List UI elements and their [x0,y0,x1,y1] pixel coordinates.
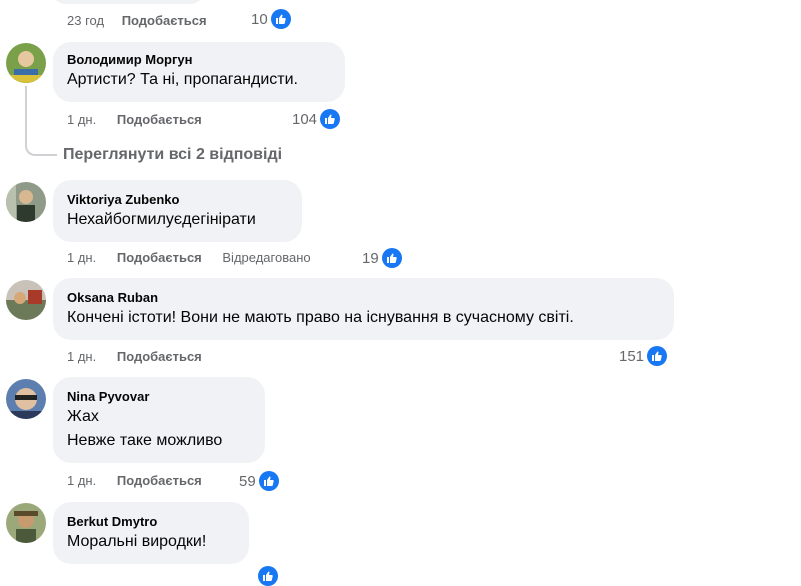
comment-text: Артисти? Та ні, пропагандисти. [67,71,298,88]
view-replies-link[interactable]: Переглянути всі 2 відповіді [63,146,282,164]
reaction-count[interactable] [258,566,278,586]
comment-bubble: Oksana Ruban Кончені істоти! Вони не маю… [53,278,674,340]
comment-meta-top: 23 год Подобається [67,13,207,29]
comment-text: Невже таке можливо [67,432,223,449]
comment-bubble: Viktoriya Zubenko Нехайбогмилуєдегінірат… [53,180,302,242]
avatar[interactable] [6,379,46,419]
comment-time[interactable]: 1 дн. [67,473,96,488]
reaction-count[interactable]: 104 [292,109,341,129]
comment-author[interactable]: Nina Pyvovar [67,389,251,405]
comment-author[interactable]: Berkut Dmytro [67,514,235,530]
comment-meta: 1 дн. Подобається Відредаговано [67,250,311,266]
reaction-count[interactable]: 19 [362,248,402,268]
thumbs-up-icon [320,109,341,129]
like-button[interactable]: Подобається [117,250,202,265]
comment-time[interactable]: 23 год [67,13,104,28]
comment-text: Нехайбогмилуєдегінірати [67,211,256,228]
avatar[interactable] [6,280,46,320]
like-button[interactable]: Подобається [117,349,202,364]
comment-meta: 1 дн. Подобається [67,473,202,489]
comment-text: Моральні виродки! [67,533,207,550]
comment-bubble: Berkut Dmytro Моральні виродки! [53,502,249,564]
thumbs-up-icon [381,248,402,268]
reaction-count[interactable]: 10 [251,9,291,29]
comment-author[interactable]: Viktoriya Zubenko [67,192,288,208]
comment-bubble-top [53,0,203,4]
comment-time[interactable]: 1 дн. [67,112,96,127]
thumbs-up-icon [647,346,668,366]
comment-meta: 1 дн. Подобається [67,112,202,128]
comment-text: Кончені істоти! Вони не мають право на і… [67,309,574,326]
like-button[interactable]: Подобається [117,473,202,488]
like-button[interactable]: Подобається [122,13,207,28]
comment-time[interactable]: 1 дн. [67,250,96,265]
comment-bubble: Nina Pyvovar Жах Невже таке можливо [53,377,265,463]
reaction-count[interactable]: 59 [239,471,279,491]
avatar[interactable] [6,43,46,83]
avatar[interactable] [6,182,46,222]
comment-author[interactable]: Володимир Моргун [67,52,331,68]
avatar[interactable] [6,503,46,543]
comment-author[interactable]: Oksana Ruban [67,290,660,306]
comment-time[interactable]: 1 дн. [67,349,96,364]
comment-bubble: Володимир Моргун Артисти? Та ні, пропага… [53,42,345,102]
edited-label: Відредаговано [222,250,311,265]
reply-thread-line [25,86,57,156]
comment-text: Жах [67,408,99,425]
reaction-count[interactable]: 151 [619,346,668,366]
thumbs-up-icon [258,566,278,586]
thumbs-up-icon [258,471,279,491]
like-button[interactable]: Подобається [117,112,202,127]
thumbs-up-icon [270,9,291,29]
comment-meta: 1 дн. Подобається [67,349,202,365]
